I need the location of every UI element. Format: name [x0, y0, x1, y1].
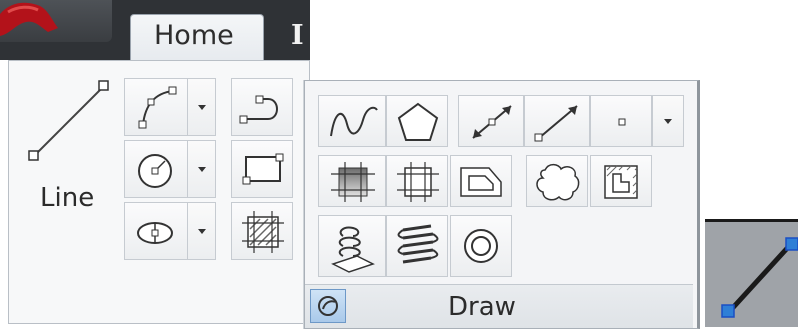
- revision-cloud-button[interactable]: [526, 155, 588, 207]
- circle-button[interactable]: [124, 140, 188, 198]
- spline-icon: [330, 106, 378, 137]
- pin-icon: [318, 296, 338, 316]
- application-logo-icon: [0, 2, 58, 37]
- point-dropdown[interactable]: [652, 95, 684, 147]
- line-button[interactable]: [18, 74, 118, 246]
- edit-polyline-button[interactable]: [231, 78, 293, 136]
- line-icon: [28, 80, 109, 161]
- tab-insert-label[interactable]: I: [291, 20, 304, 51]
- line-preview: [705, 222, 798, 327]
- boundary-button[interactable]: [386, 155, 448, 207]
- draw-panel-title: Draw: [448, 292, 516, 322]
- helix-icon: [397, 224, 439, 264]
- helix-3d-icon: [331, 226, 375, 273]
- tab-home-label: Home: [154, 20, 234, 51]
- point-button[interactable]: [590, 95, 652, 147]
- point-icon: [618, 118, 626, 126]
- pin-button[interactable]: [310, 289, 346, 323]
- construction-line-icon: [472, 105, 512, 139]
- polygon-icon: [397, 102, 439, 141]
- line-button-label: Line: [40, 183, 95, 213]
- ellipse-button[interactable]: [124, 202, 188, 260]
- construction-line-button[interactable]: [458, 95, 524, 147]
- donut-icon: [464, 229, 498, 263]
- circle-icon: [138, 154, 172, 188]
- hatch-button[interactable]: [231, 202, 293, 260]
- revision-cloud-icon: [536, 163, 580, 201]
- polygon-button[interactable]: [386, 95, 448, 147]
- ellipse-dropdown[interactable]: [188, 202, 216, 260]
- helix-button[interactable]: [386, 215, 448, 277]
- region-icon: [460, 167, 502, 197]
- ellipse-icon: [137, 222, 173, 244]
- gradient-button[interactable]: [318, 155, 386, 207]
- wipeout-icon: [604, 165, 638, 199]
- arc-dropdown[interactable]: [188, 78, 216, 136]
- region-button[interactable]: [450, 155, 512, 207]
- ray-button[interactable]: [524, 95, 590, 147]
- hatch-icon: [242, 211, 284, 253]
- rectangle-button[interactable]: [231, 140, 293, 198]
- ray-icon: [534, 105, 578, 142]
- edit-polyline-icon: [239, 95, 278, 124]
- helix-3d-button[interactable]: [318, 215, 386, 277]
- wipeout-button[interactable]: [590, 155, 652, 207]
- spline-button[interactable]: [318, 95, 386, 147]
- donut-button[interactable]: [450, 215, 512, 277]
- arc-button[interactable]: [124, 78, 188, 136]
- gradient-icon: [331, 162, 375, 202]
- rectangle-icon: [242, 153, 284, 185]
- circle-dropdown[interactable]: [188, 140, 216, 198]
- arc-icon: [138, 86, 177, 129]
- boundary-icon: [397, 162, 439, 202]
- line-tool-preview-icon: [721, 237, 798, 318]
